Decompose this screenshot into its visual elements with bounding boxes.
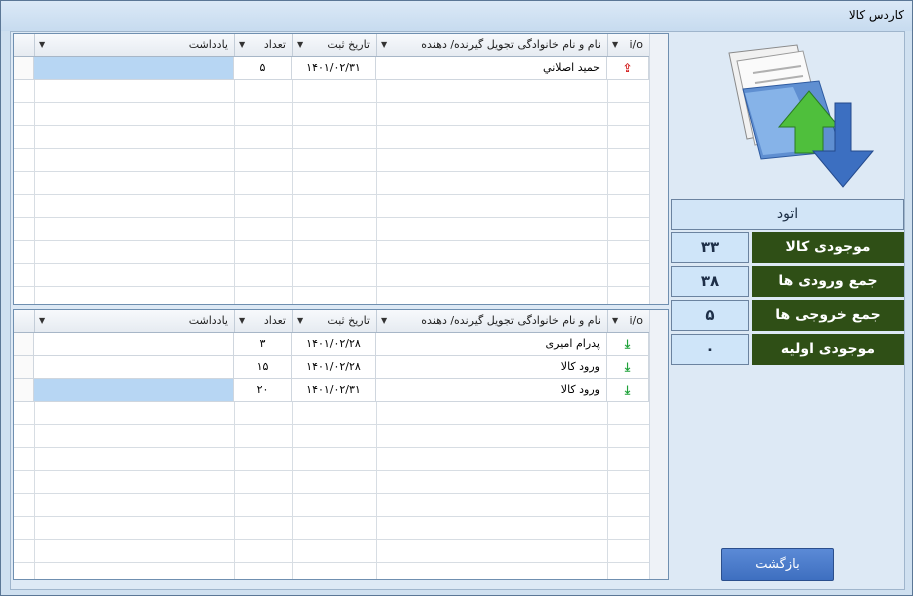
outgoing-grid[interactable]: یادداشت ▼ تعداد ▼ تاریخ ثبت ▼ نام و نام خان…	[13, 33, 669, 305]
header-note-label: یادداشت	[188, 38, 228, 51]
header-note[interactable]: یادداشت ▼	[34, 34, 234, 56]
header-note[interactable]: یادداشت ▼	[34, 310, 234, 332]
name-cell[interactable]: ورود کالا	[376, 356, 607, 379]
card-window: کاردس کالا یادداشت ▼ تعداد ▼ تاریخ ثبت ▼ نا…	[0, 0, 913, 596]
header-name[interactable]: نام و نام خانوادگی تجویل گیرنده/ دهنده ▼	[376, 34, 607, 56]
download-green-icon: ⤓	[624, 360, 631, 374]
header-note-label: یادداشت	[188, 314, 228, 327]
summary-panel: اتود ۳۳ موجودی کالا ۳۸ جمع ورودی ها ۵ جم…	[671, 31, 904, 588]
io-cell[interactable]: ⇪	[607, 57, 649, 80]
chevron-down-icon[interactable]: ▼	[297, 310, 303, 332]
header-date-label: تاریخ ثبت	[327, 38, 370, 51]
header-date-label: تاریخ ثبت	[327, 314, 370, 327]
chevron-down-icon[interactable]: ▼	[39, 310, 45, 332]
chevron-down-icon[interactable]: ▼	[612, 310, 618, 332]
header-io-label: i/o	[629, 38, 644, 51]
grid-header: یادداشت ▼ تعداد ▼ تاریخ ثبت ▼ نام و نام خان…	[14, 310, 668, 333]
window-title: کاردس کالا	[848, 8, 904, 22]
date-cell[interactable]: ۱۴۰۱/۰۲/۲۸	[292, 333, 376, 356]
download-green-icon: ⤓	[624, 337, 631, 351]
vertical-scrollbar[interactable]	[649, 34, 668, 304]
stat-value: ۰	[671, 334, 749, 365]
date-cell[interactable]: ۱۴۰۱/۰۲/۳۱	[292, 379, 376, 402]
name-cell[interactable]: پدرام امیری	[376, 333, 607, 356]
header-io[interactable]: i/o ▼	[607, 310, 649, 332]
row-marker[interactable]	[14, 356, 34, 379]
chevron-down-icon[interactable]: ▼	[612, 34, 618, 56]
back-button[interactable]: بازگشت	[721, 548, 834, 581]
stat-label: جمع خروجی ها	[752, 300, 904, 331]
note-cell[interactable]	[34, 333, 234, 356]
item-name: اتود	[671, 199, 904, 230]
header-qty-label: تعداد	[263, 38, 286, 51]
header-date[interactable]: تاریخ ثبت ▼	[292, 310, 376, 332]
qty-cell[interactable]: ۲۰	[234, 379, 292, 402]
chevron-down-icon[interactable]: ▼	[381, 34, 387, 56]
upload-red-icon: ⇪	[622, 61, 633, 75]
chevron-down-icon[interactable]: ▼	[297, 34, 303, 56]
io-cell[interactable]: ⤓	[607, 356, 649, 379]
vertical-scrollbar[interactable]	[649, 310, 668, 579]
chevron-down-icon[interactable]: ▼	[239, 34, 245, 56]
name-cell[interactable]: حميد اصلاني	[376, 57, 607, 80]
row-marker[interactable]	[14, 333, 34, 356]
name-cell[interactable]: ورود کالا	[376, 379, 607, 402]
chevron-down-icon[interactable]: ▼	[239, 310, 245, 332]
header-io[interactable]: i/o ▼	[607, 34, 649, 56]
stat-label: موجودی کالا	[752, 232, 904, 263]
qty-cell[interactable]: ۱۵	[234, 356, 292, 379]
date-cell[interactable]: ۱۴۰۱/۰۲/۲۸	[292, 356, 376, 379]
stat-value: ۳۸	[671, 266, 749, 297]
stat-value: ۵	[671, 300, 749, 331]
chevron-down-icon[interactable]: ▼	[381, 310, 387, 332]
titlebar: کاردس کالا	[1, 1, 912, 31]
stat-total-in: ۳۸ جمع ورودی ها	[671, 266, 904, 297]
chevron-down-icon[interactable]: ▼	[39, 34, 45, 56]
header-qty[interactable]: تعداد ▼	[234, 34, 292, 56]
date-cell[interactable]: ۱۴۰۱/۰۲/۳۱	[292, 57, 376, 80]
row-marker[interactable]	[14, 57, 34, 80]
stat-total-out: ۵ جمع خروجی ها	[671, 300, 904, 331]
io-cell[interactable]: ⤓	[607, 333, 649, 356]
header-io-label: i/o	[629, 314, 644, 327]
header-name-label: نام و نام خانوادگی تجویل گیرنده/ دهنده	[421, 314, 601, 327]
header-qty-label: تعداد	[263, 314, 286, 327]
note-cell[interactable]	[34, 356, 234, 379]
note-cell[interactable]	[34, 379, 234, 402]
download-green-icon: ⤓	[624, 383, 631, 397]
header-date[interactable]: تاریخ ثبت ▼	[292, 34, 376, 56]
stat-label: موجودی اولیه	[752, 334, 904, 365]
header-name-label: نام و نام خانوادگی تجویل گیرنده/ دهنده	[421, 38, 601, 51]
incoming-grid[interactable]: یادداشت ▼ تعداد ▼ تاریخ ثبت ▼ نام و نام خان…	[13, 309, 669, 580]
io-cell[interactable]: ⤓	[607, 379, 649, 402]
qty-cell[interactable]: ۵	[234, 57, 292, 80]
row-marker[interactable]	[14, 379, 34, 402]
stat-value: ۳۳	[671, 232, 749, 263]
header-name[interactable]: نام و نام خانوادگی تجویل گیرنده/ دهنده ▼	[376, 310, 607, 332]
stat-label: جمع ورودی ها	[752, 266, 904, 297]
grid-header: یادداشت ▼ تعداد ▼ تاریخ ثبت ▼ نام و نام خان…	[14, 34, 668, 57]
document-transfer-icon	[728, 44, 875, 188]
stat-current-stock: ۳۳ موجودی کالا	[671, 232, 904, 263]
note-cell[interactable]	[34, 57, 234, 80]
stat-initial-stock: ۰ موجودی اولیه	[671, 334, 904, 365]
header-qty[interactable]: تعداد ▼	[234, 310, 292, 332]
qty-cell[interactable]: ۳	[234, 333, 292, 356]
